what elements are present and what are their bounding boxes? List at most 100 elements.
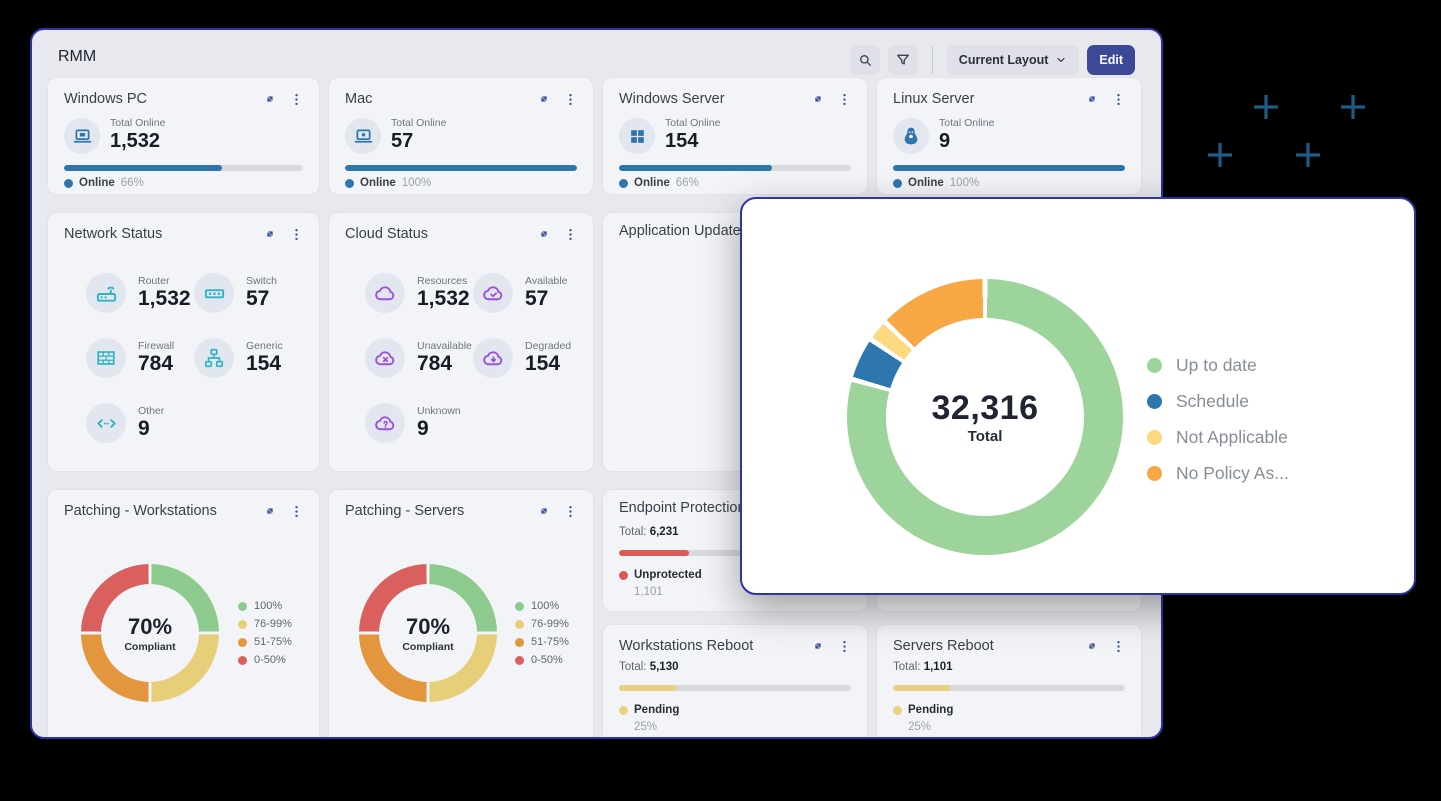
status-dot: [893, 706, 902, 715]
online-dot: [345, 179, 354, 188]
pending-progress-fill: [893, 685, 951, 691]
online-progress-track: [64, 165, 303, 171]
metric-value: 57: [391, 130, 413, 153]
stat-value: 784: [138, 352, 173, 376]
expand-icon[interactable]: [257, 88, 283, 110]
cloud-x-icon: [365, 338, 405, 378]
legend-dot: [238, 620, 247, 629]
total-value: 5,130: [650, 661, 679, 673]
stat-label: Other: [138, 405, 164, 417]
total-value: 6,231: [650, 526, 679, 538]
online-percent: 66%: [676, 177, 699, 189]
status-label: Pending: [908, 704, 953, 716]
status-dot: [619, 706, 628, 715]
card-title: Network Status: [64, 226, 257, 242]
layout-dropdown[interactable]: Current Layout: [947, 45, 1080, 75]
switch-icon: [194, 273, 234, 313]
online-percent: 100%: [950, 177, 979, 189]
kebab-menu-icon[interactable]: [557, 88, 583, 110]
expand-icon[interactable]: [1079, 635, 1105, 657]
stat-value: 784: [417, 352, 452, 376]
linux-penguin-icon: [893, 118, 929, 154]
card-title: Patching - Workstations: [64, 503, 257, 519]
legend-label: Up to date: [1176, 355, 1257, 376]
card-title: Workstations Reboot: [619, 638, 805, 654]
status-value: 25%: [908, 721, 931, 733]
legend-item: 51-75%: [238, 636, 292, 648]
legend-dot: [1147, 394, 1162, 409]
kebab-menu-icon[interactable]: [831, 88, 857, 110]
edit-button[interactable]: Edit: [1087, 45, 1135, 75]
patch-status-overlay-panel: 32,316 Total Up to date Schedule Not App…: [740, 197, 1416, 595]
expand-icon[interactable]: [805, 88, 831, 110]
legend-label: 76-99%: [531, 618, 569, 630]
online-percent: 66%: [121, 177, 144, 189]
stat-value: 1,532: [138, 287, 191, 311]
online-dot: [619, 179, 628, 188]
card-cloud-status: Cloud Status Resources 1,532 Available 5…: [328, 212, 594, 472]
card-workstations-reboot: Workstations Reboot Total: 5,130 Pending…: [602, 624, 868, 739]
mac-icon: [345, 118, 381, 154]
card-windows-pc: Windows PC Total Online 1,532 Online 66%: [47, 77, 320, 195]
plus-decoration-icon: [1294, 141, 1322, 169]
stat-label: Unknown: [417, 405, 461, 417]
expand-icon[interactable]: [531, 88, 557, 110]
kebab-menu-icon[interactable]: [1105, 88, 1131, 110]
legend-dot: [1147, 430, 1162, 445]
search-button[interactable]: [850, 45, 880, 75]
stat-value: 154: [246, 352, 281, 376]
metric-label: Total Online: [391, 117, 446, 129]
metric-value: 9: [939, 130, 950, 153]
expand-icon[interactable]: [257, 223, 283, 245]
toolbar-divider: [932, 46, 933, 74]
stat-value: 57: [525, 287, 548, 311]
stat-value: 9: [138, 417, 150, 441]
total-value: 1,101: [924, 661, 953, 673]
kebab-menu-icon[interactable]: [831, 635, 857, 657]
card-linux-server: Linux Server Total Online 9 Online 100%: [876, 77, 1142, 195]
cloud-check-icon: [473, 273, 513, 313]
legend-label: 51-75%: [531, 636, 569, 648]
stat-value: 57: [246, 287, 269, 311]
kebab-menu-icon[interactable]: [283, 88, 309, 110]
stat-label: Firewall: [138, 340, 174, 352]
kebab-menu-icon[interactable]: [557, 500, 583, 522]
page-title: RMM: [58, 48, 96, 66]
legend-item: No Policy As...: [1147, 463, 1289, 484]
donut-center-label: Compliant: [402, 641, 453, 653]
legend-item: Up to date: [1147, 355, 1257, 376]
kebab-menu-icon[interactable]: [283, 223, 309, 245]
online-dot: [64, 179, 73, 188]
expand-icon[interactable]: [531, 500, 557, 522]
donut-center-label: Total: [968, 428, 1003, 445]
legend-label: No Policy As...: [1176, 463, 1289, 484]
router-icon: [86, 273, 126, 313]
legend-dot: [238, 656, 247, 665]
expand-icon[interactable]: [531, 223, 557, 245]
expand-icon[interactable]: [257, 500, 283, 522]
donut-center-value: 32,316: [932, 389, 1039, 428]
online-dot: [893, 179, 902, 188]
expand-icon[interactable]: [805, 635, 831, 657]
total-label: Total:: [619, 526, 647, 538]
legend-dot: [515, 656, 524, 665]
kebab-menu-icon[interactable]: [1105, 635, 1131, 657]
online-percent: 100%: [402, 177, 431, 189]
status-value: 25%: [634, 721, 657, 733]
kebab-menu-icon[interactable]: [557, 223, 583, 245]
expand-icon[interactable]: [1079, 88, 1105, 110]
online-label: Online: [360, 177, 396, 189]
filter-button[interactable]: [888, 45, 918, 75]
kebab-menu-icon[interactable]: [283, 500, 309, 522]
status-value: 1,101: [634, 586, 663, 598]
metric-value: 154: [665, 130, 698, 153]
legend-label: Not Applicable: [1176, 427, 1288, 448]
generic-device-icon: [194, 338, 234, 378]
card-title: Windows PC: [64, 91, 257, 107]
status-label: Pending: [634, 704, 679, 716]
legend-dot: [515, 620, 524, 629]
firewall-icon: [86, 338, 126, 378]
donut-center-value: 70%: [406, 614, 450, 640]
online-progress-fill: [619, 165, 772, 171]
legend-label: 51-75%: [254, 636, 292, 648]
